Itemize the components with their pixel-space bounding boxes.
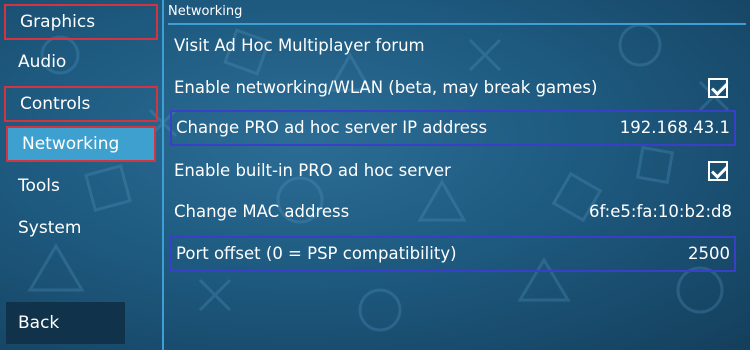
setting-label: Change MAC address [174, 202, 350, 221]
setting-value: 6f:e5:fa:10:b2:d8 [588, 202, 732, 221]
setting-row-adhoc-forum[interactable]: Visit Ad Hoc Multiplayer forum [170, 28, 736, 64]
setting-value: 2500 [688, 244, 730, 263]
sidebar-item-controls[interactable]: Controls [4, 86, 158, 122]
sidebar-item-system[interactable]: System [4, 210, 158, 246]
setting-label: Visit Ad Hoc Multiplayer forum [174, 36, 425, 55]
sidebar: Graphics Audio Controls Networking Tools… [0, 0, 162, 350]
sidebar-item-graphics[interactable]: Graphics [4, 4, 158, 40]
setting-label: Enable built-in PRO ad hoc server [174, 161, 451, 180]
sidebar-item-audio[interactable]: Audio [4, 44, 158, 80]
setting-label: Port offset (0 = PSP compatibility) [176, 244, 457, 263]
setting-label: Enable networking/WLAN (beta, may break … [174, 78, 598, 97]
setting-label: Change PRO ad hoc server IP address [176, 118, 488, 137]
back-button[interactable]: Back [6, 302, 125, 344]
setting-row-port-offset[interactable]: Port offset (0 = PSP compatibility) 2500 [170, 236, 736, 272]
checkbox-checked-icon[interactable] [708, 78, 728, 98]
setting-row-builtin-adhoc-server[interactable]: Enable built-in PRO ad hoc server [170, 153, 736, 189]
setting-row-adhoc-server-ip[interactable]: Change PRO ad hoc server IP address 192.… [170, 110, 736, 146]
setting-row-mac-address[interactable]: Change MAC address 6f:e5:fa:10:b2:d8 [170, 194, 736, 230]
section-title: Networking [168, 4, 243, 19]
settings-panel: Networking Visit Ad Hoc Multiplayer foru… [164, 0, 750, 350]
sidebar-item-tools[interactable]: Tools [4, 168, 158, 204]
setting-value: 192.168.43.1 [619, 118, 730, 137]
setting-row-enable-networking[interactable]: Enable networking/WLAN (beta, may break … [170, 70, 736, 106]
sidebar-item-networking[interactable]: Networking [6, 126, 156, 162]
section-divider [168, 23, 746, 25]
checkbox-checked-icon[interactable] [708, 161, 728, 181]
